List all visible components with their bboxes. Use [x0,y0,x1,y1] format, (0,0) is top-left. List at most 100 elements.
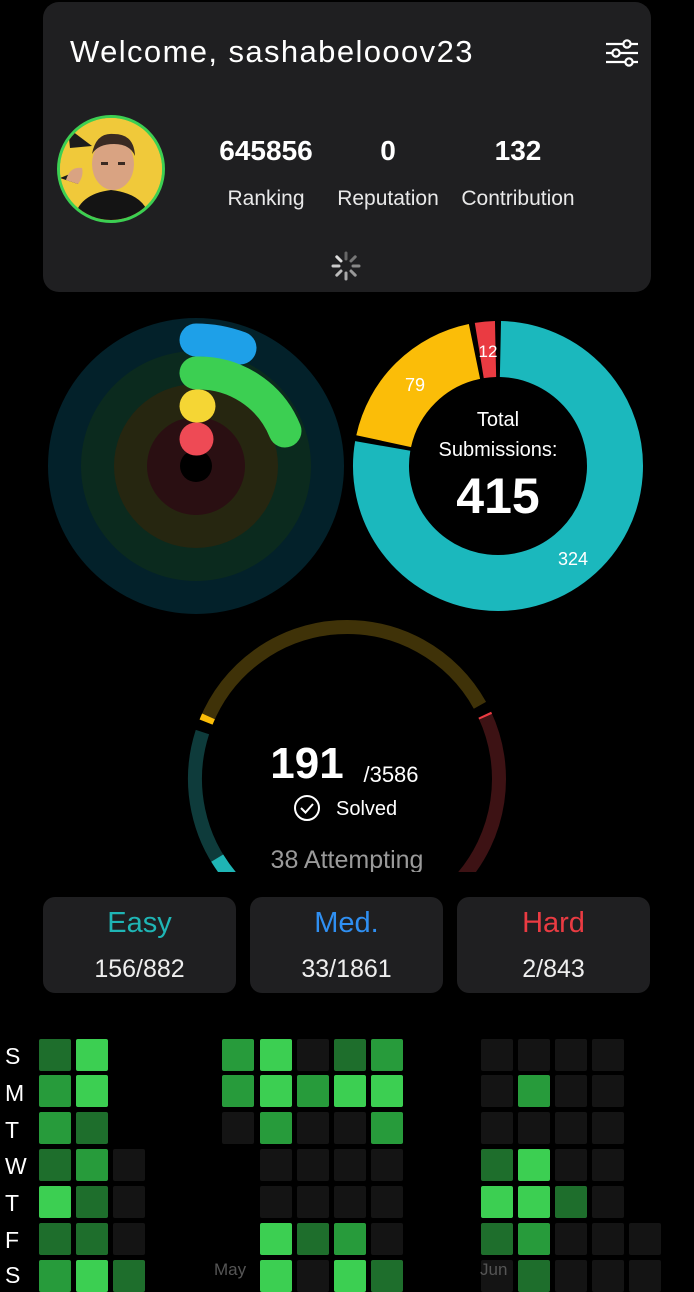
calendar-cell[interactable] [222,1112,254,1144]
calendar-cell[interactable] [260,1223,292,1255]
calendar-cell[interactable] [592,1112,624,1144]
easy-value: 156/882 [43,955,236,984]
calendar-cell[interactable] [76,1149,108,1181]
calendar-cell[interactable] [113,1149,145,1181]
calendar-cell[interactable] [518,1186,550,1218]
calendar-cell[interactable] [260,1260,292,1292]
calendar-cell[interactable] [371,1039,403,1071]
calendar-cell[interactable] [592,1149,624,1181]
calendar-cell[interactable] [297,1112,329,1144]
donut-title-line1: Total [477,409,519,431]
calendar-cell[interactable] [555,1149,587,1181]
day-label-thu: T [5,1190,19,1217]
calendar-cell[interactable] [629,1223,661,1255]
calendar-cell[interactable] [39,1186,71,1218]
calendar-cell[interactable] [481,1039,513,1071]
calendar-cell[interactable] [334,1186,366,1218]
activity-rings [48,318,344,614]
loading-spinner-icon [330,250,362,282]
calendar-cell[interactable] [297,1260,329,1292]
hard-value: 2/843 [457,955,650,984]
calendar-cell[interactable] [555,1075,587,1107]
calendar-cell[interactable] [371,1112,403,1144]
calendar-cell[interactable] [518,1260,550,1292]
calendar-cell[interactable] [592,1075,624,1107]
calendar-cell[interactable] [334,1223,366,1255]
hard-card[interactable]: Hard 2/843 [457,897,650,993]
calendar-cell[interactable] [371,1223,403,1255]
calendar-cell[interactable] [39,1112,71,1144]
calendar-cell[interactable] [39,1223,71,1255]
calendar-cell[interactable] [555,1223,587,1255]
calendar-cell[interactable] [481,1149,513,1181]
calendar-cell[interactable] [39,1039,71,1071]
calendar-cell[interactable] [481,1223,513,1255]
medium-card[interactable]: Med. 33/1861 [250,897,443,993]
donut-label-easy: 324 [558,549,588,569]
calendar-cell[interactable] [518,1075,550,1107]
calendar-cell[interactable] [260,1186,292,1218]
calendar-cell[interactable] [334,1112,366,1144]
calendar-cell[interactable] [334,1149,366,1181]
welcome-title: Welcome, sashabelooov23 [70,34,474,70]
calendar-cell[interactable] [371,1186,403,1218]
calendar-cell[interactable] [222,1039,254,1071]
calendar-cell[interactable] [297,1039,329,1071]
calendar-cell[interactable] [76,1223,108,1255]
calendar-cell[interactable] [39,1075,71,1107]
calendar-cell[interactable] [297,1186,329,1218]
calendar-cell[interactable] [518,1112,550,1144]
solved-label: Solved [336,798,397,820]
calendar-cell[interactable] [555,1260,587,1292]
calendar-cell[interactable] [297,1075,329,1107]
reputation-value: 0 [348,135,428,167]
calendar-cell[interactable] [260,1112,292,1144]
calendar-cell[interactable] [222,1075,254,1107]
calendar-cell[interactable] [481,1075,513,1107]
calendar-cell[interactable] [39,1260,71,1292]
month-label-jun: Jun [480,1260,507,1280]
calendar-cell[interactable] [76,1112,108,1144]
calendar-cell[interactable] [297,1149,329,1181]
solved-gauge: 191 /3586 Solved 38 Attempting [180,612,514,872]
calendar-cell[interactable] [629,1260,661,1292]
calendar-cell[interactable] [39,1149,71,1181]
calendar-cell[interactable] [592,1260,624,1292]
donut-label-hard: 12 [479,342,498,361]
calendar-cell[interactable] [518,1223,550,1255]
check-circle-icon [295,796,319,820]
calendar-cell[interactable] [76,1186,108,1218]
calendar-cell[interactable] [592,1039,624,1071]
avatar[interactable] [57,115,165,223]
calendar-cell[interactable] [297,1223,329,1255]
calendar-cell[interactable] [518,1039,550,1071]
calendar-cell[interactable] [518,1149,550,1181]
donut-total: 415 [456,468,539,524]
calendar-cell[interactable] [260,1039,292,1071]
calendar-cell[interactable] [481,1112,513,1144]
calendar-cell[interactable] [334,1075,366,1107]
calendar-cell[interactable] [371,1149,403,1181]
calendar-cell[interactable] [555,1039,587,1071]
calendar-cell[interactable] [260,1075,292,1107]
day-label-sat: S [5,1262,20,1289]
calendar-cell[interactable] [260,1149,292,1181]
calendar-cell[interactable] [592,1186,624,1218]
calendar-cell[interactable] [76,1039,108,1071]
calendar-cell[interactable] [592,1223,624,1255]
calendar-cell[interactable] [371,1260,403,1292]
calendar-cell[interactable] [334,1260,366,1292]
calendar-cell[interactable] [555,1186,587,1218]
calendar-cell[interactable] [76,1075,108,1107]
calendar-cell[interactable] [76,1260,108,1292]
calendar-cell[interactable] [334,1039,366,1071]
calendar-cell[interactable] [371,1075,403,1107]
calendar-cell[interactable] [113,1260,145,1292]
calendar-cell[interactable] [113,1186,145,1218]
calendar-cell[interactable] [113,1223,145,1255]
easy-card[interactable]: Easy 156/882 [43,897,236,993]
calendar-cell[interactable] [481,1186,513,1218]
calendar-cell[interactable] [555,1112,587,1144]
donut-label-medium: 79 [405,375,425,395]
filter-settings-icon[interactable] [605,38,639,68]
